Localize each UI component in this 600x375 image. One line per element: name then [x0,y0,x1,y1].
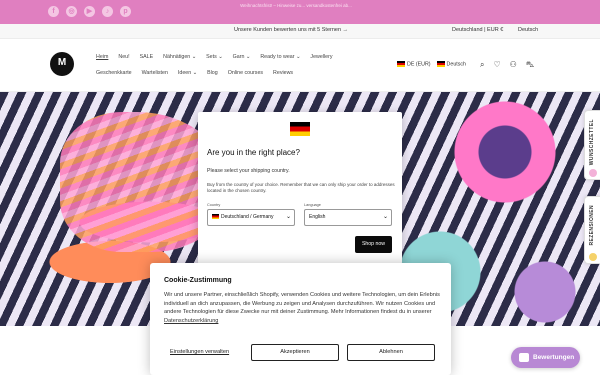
nav-item-online-courses[interactable]: Online courses [228,70,263,76]
manage-settings-link[interactable]: Einstellungen verwalten [170,349,229,355]
language-selector[interactable]: Deutsch [518,27,538,33]
nav-item-new[interactable]: Neu! [118,54,129,60]
nav-item-sewing[interactable]: Nähnätigen ⌄ [163,54,196,60]
wishlist-tab[interactable]: WUNSCHZETTEL [584,110,600,180]
star-icon [589,253,597,261]
reviews-link[interactable]: Unsere Kunden bewerten uns mit 5 Sternen… [234,27,348,33]
privacy-link[interactable]: Datenschutzerklärung [164,318,218,324]
pinterest-icon[interactable]: p [120,6,131,17]
account-icon[interactable]: ⚇ [510,60,517,70]
header-language-selector[interactable]: Deutsch [436,61,466,67]
nav-item-reviews[interactable]: Reviews [273,70,293,76]
youtube-icon[interactable]: ▶ [84,6,95,17]
utility-bar: Unsere Kunden bewerten uns mit 5 Sternen… [0,24,600,39]
country-label: Country [207,203,221,207]
site-header: M Heim Neu! SALE Nähnätigen ⌄ Sets ⌄ Gar… [0,39,600,92]
german-flag-icon [212,214,219,220]
language-select[interactable]: English ⌄ [304,209,392,226]
wishlist-tab-label: WUNSCHZETTEL [589,119,595,166]
cookie-title: Cookie-Zustimmung [164,277,232,284]
cookie-banner: Cookie-Zustimmung Wir und unsere Partner… [150,263,451,375]
locale-selectors: DE (EUR) Deutsch [397,61,466,67]
reviews-tab[interactable]: REZENSIONEN [584,196,600,264]
cart-icon[interactable]: ⛍ [526,60,534,70]
announcement-bar: f ◎ ▶ ♪ p Weihnachtsfrist! – Hinweise zu… [0,0,600,24]
nav-item-sets[interactable]: Sets ⌄ [206,54,223,60]
social-links: f ◎ ▶ ♪ p [48,6,131,17]
currency-selector[interactable]: DE (EUR) [397,61,431,67]
tiktok-icon[interactable]: ♪ [102,6,113,17]
german-flag-icon [290,122,310,136]
instagram-icon[interactable]: ◎ [66,6,77,17]
heart-icon [589,169,597,177]
review-icon [519,353,529,362]
announcement-message: Weihnachtsfrist! – Hinweise zu... versan… [240,3,352,8]
german-flag-icon [436,61,445,67]
nav-item-blog[interactable]: Blog [207,70,218,76]
reject-button[interactable]: Ablehnen [347,344,435,361]
country-selector[interactable]: Deutschland | EUR € [452,27,503,33]
nav-item-gift-card[interactable]: Geschenkkarte [96,70,132,76]
chevron-down-icon: ⌄ [382,214,388,220]
accept-button[interactable]: Akzeptieren [251,344,339,361]
main-nav: Heim Neu! SALE Nähnätigen ⌄ Sets ⌄ Garn … [96,54,333,60]
shop-now-button[interactable]: Shop now [355,236,392,253]
cookie-text: Wir und unsere Partner, einschließlich S… [164,292,440,324]
store-logo[interactable]: M [50,52,74,76]
nav-item-home[interactable]: Heim [96,54,108,60]
modal-title: Are you in the right place? [207,148,300,157]
language-label: Language [304,203,321,207]
nav-item-jewellery[interactable]: Jewellery [310,54,332,60]
nav-item-ready-to-wear[interactable]: Ready to wear ⌄ [260,54,300,60]
nav-item-waitlist[interactable]: Wartelisten [142,70,168,76]
nav-item-yarn[interactable]: Garn ⌄ [233,54,251,60]
reviews-widget-button[interactable]: Bewertungen [511,347,580,368]
country-modal: Are you in the right place? Please selec… [198,112,402,264]
header-icons: ⌕ ♡ ⚇ ⛍ [480,60,534,70]
chevron-down-icon: ⌄ [285,214,291,220]
nav-item-sale[interactable]: SALE [140,54,154,60]
reviews-tab-label: REZENSIONEN [589,205,595,246]
secondary-nav: Geschenkkarte Wartelisten Ideen ⌄ Blog O… [96,70,293,76]
country-select[interactable]: Deutschland / Germany ⌄ [207,209,295,226]
nav-item-ideas[interactable]: Ideen ⌄ [178,70,197,76]
facebook-icon[interactable]: f [48,6,59,17]
heart-icon[interactable]: ♡ [493,60,500,70]
search-icon[interactable]: ⌕ [480,60,484,70]
german-flag-icon [397,61,405,67]
modal-subtitle: Please select your shipping country. [207,168,290,174]
modal-body: Buy from the country of your choice. Rem… [207,182,395,193]
